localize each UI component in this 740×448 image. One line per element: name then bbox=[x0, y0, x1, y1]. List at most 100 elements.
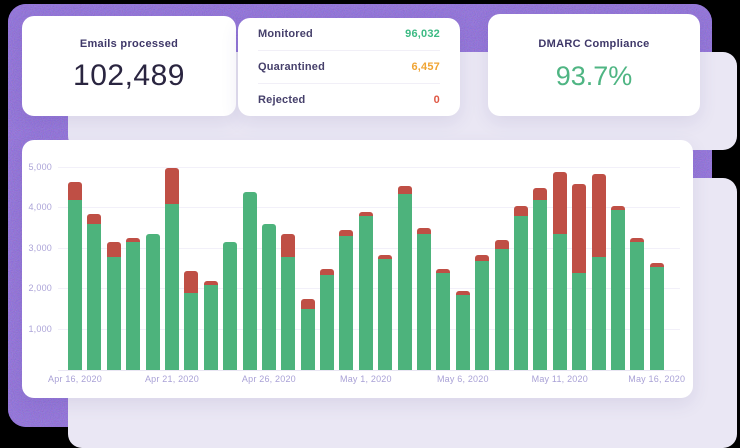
x-axis-tick-label: May 1, 2020 bbox=[340, 374, 392, 384]
stat-row-quarantined: Quarantined 6,457 bbox=[258, 50, 440, 83]
monitored-segment bbox=[592, 257, 606, 370]
monitored-segment bbox=[146, 234, 160, 370]
stacked-bar bbox=[68, 182, 82, 370]
stacked-bar bbox=[650, 263, 664, 370]
stacked-bar bbox=[126, 238, 140, 370]
bar-group: May 16, 2020 bbox=[650, 140, 664, 370]
bar-group bbox=[611, 140, 625, 370]
y-axis-tick-label: 4,000 bbox=[22, 202, 52, 212]
bar-group bbox=[514, 140, 528, 370]
bar-group bbox=[417, 140, 431, 370]
quarantined-segment bbox=[572, 184, 586, 273]
bar-group bbox=[243, 140, 257, 370]
x-axis-tick-label: May 11, 2020 bbox=[532, 374, 588, 384]
bar-group bbox=[320, 140, 334, 370]
bar-group bbox=[436, 140, 450, 370]
stacked-bar bbox=[243, 192, 257, 370]
stacked-bar-chart: 1,0002,0003,0004,0005,000 Apr 16, 2020Ap… bbox=[22, 140, 693, 398]
dmarc-compliance-label: DMARC Compliance bbox=[488, 38, 700, 50]
stacked-bar bbox=[417, 228, 431, 370]
bar-group: May 6, 2020 bbox=[456, 140, 470, 370]
stacked-bar bbox=[165, 168, 179, 370]
stacked-bar bbox=[320, 269, 334, 370]
monitored-segment bbox=[184, 293, 198, 370]
x-axis-tick-label: Apr 16, 2020 bbox=[48, 374, 102, 384]
bar-group bbox=[398, 140, 412, 370]
stacked-bar bbox=[339, 230, 353, 370]
bar-group bbox=[281, 140, 295, 370]
stacked-bar bbox=[436, 269, 450, 370]
monitored-segment bbox=[650, 267, 664, 370]
y-axis-tick-label: 3,000 bbox=[22, 243, 52, 253]
bar-group: Apr 21, 2020 bbox=[165, 140, 179, 370]
y-axis-tick-label: 5,000 bbox=[22, 162, 52, 172]
x-axis-tick-label: May 16, 2020 bbox=[628, 374, 685, 384]
bar-group: Apr 26, 2020 bbox=[262, 140, 276, 370]
bar-group bbox=[533, 140, 547, 370]
monitored-segment bbox=[630, 242, 644, 370]
monitored-segment bbox=[475, 261, 489, 370]
stacked-bar bbox=[184, 271, 198, 370]
monitored-segment bbox=[553, 234, 567, 370]
chart-bars: Apr 16, 2020 Apr 21, 2020 Apr 26, 2020 May … bbox=[68, 140, 664, 370]
bar-group bbox=[495, 140, 509, 370]
stat-row-monitored: Monitored 96,032 bbox=[258, 18, 440, 50]
mail-stats-card: Monitored 96,032 Quarantined 6,457 Rejec… bbox=[238, 18, 460, 116]
monitored-value: 96,032 bbox=[405, 28, 440, 40]
bar-group bbox=[592, 140, 606, 370]
stacked-bar bbox=[553, 172, 567, 370]
y-axis-tick-label: 1,000 bbox=[22, 324, 52, 334]
monitored-segment bbox=[281, 257, 295, 370]
stacked-bar bbox=[456, 291, 470, 370]
monitored-segment bbox=[262, 224, 276, 370]
emails-processed-card: Emails processed 102,489 bbox=[22, 16, 236, 116]
monitored-segment bbox=[533, 200, 547, 370]
bar-group bbox=[630, 140, 644, 370]
monitored-segment bbox=[611, 210, 625, 370]
dmarc-compliance-value: 93.7% bbox=[488, 61, 700, 92]
x-axis-tick-label: May 6, 2020 bbox=[437, 374, 489, 384]
bar-group bbox=[223, 140, 237, 370]
monitored-segment bbox=[301, 309, 315, 370]
stacked-bar bbox=[87, 214, 101, 370]
monitored-segment bbox=[359, 216, 373, 370]
stacked-bar bbox=[592, 174, 606, 370]
bar-group bbox=[146, 140, 160, 370]
rejected-label: Rejected bbox=[258, 94, 305, 106]
stacked-bar bbox=[262, 224, 276, 370]
quarantined-segment bbox=[184, 271, 198, 293]
email-volume-chart-card: 1,0002,0003,0004,0005,000 Apr 16, 2020Ap… bbox=[22, 140, 693, 398]
stacked-bar bbox=[146, 234, 160, 370]
bar-group bbox=[126, 140, 140, 370]
monitored-segment bbox=[223, 242, 237, 370]
stacked-bar bbox=[378, 255, 392, 370]
bar-group: Apr 16, 2020 bbox=[68, 140, 82, 370]
quarantined-segment bbox=[398, 186, 412, 194]
quarantined-value: 6,457 bbox=[411, 61, 440, 73]
stacked-bar bbox=[611, 206, 625, 370]
monitored-segment bbox=[572, 273, 586, 370]
quarantined-segment bbox=[87, 214, 101, 224]
bar-group bbox=[475, 140, 489, 370]
stacked-bar bbox=[359, 212, 373, 370]
monitored-segment bbox=[68, 200, 82, 370]
stacked-bar bbox=[572, 184, 586, 370]
x-axis-tick-label: Apr 21, 2020 bbox=[145, 374, 199, 384]
stacked-bar bbox=[630, 238, 644, 370]
bar-group bbox=[572, 140, 586, 370]
stacked-bar bbox=[223, 242, 237, 370]
monitored-segment bbox=[165, 204, 179, 370]
monitored-segment bbox=[87, 224, 101, 370]
bar-group bbox=[339, 140, 353, 370]
quarantined-segment bbox=[301, 299, 315, 309]
bar-group bbox=[378, 140, 392, 370]
x-axis-tick-label: Apr 26, 2020 bbox=[242, 374, 296, 384]
monitored-segment bbox=[398, 194, 412, 370]
quarantined-segment bbox=[592, 174, 606, 257]
quarantined-segment bbox=[514, 206, 528, 216]
monitored-segment bbox=[436, 273, 450, 370]
monitored-segment bbox=[514, 216, 528, 370]
stacked-bar bbox=[495, 240, 509, 370]
monitored-segment bbox=[456, 295, 470, 370]
y-axis-tick-label: 2,000 bbox=[22, 283, 52, 293]
